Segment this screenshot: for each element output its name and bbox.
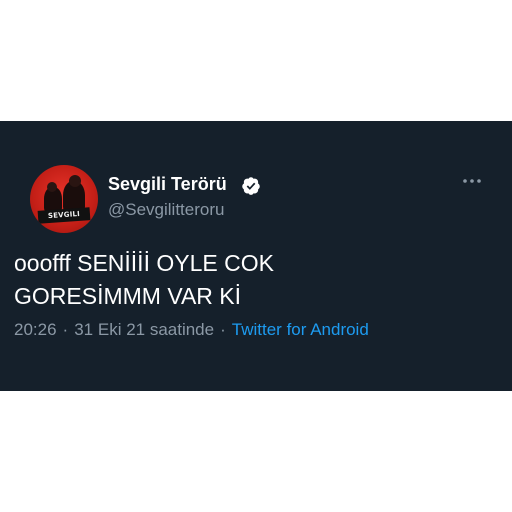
tweet-source-link[interactable]: Twitter for Android [232, 320, 369, 339]
tweet-text: ooofff SENİİİİ OYLE COK GORESİMMM VAR Kİ [14, 247, 494, 313]
avatar-figure-left-head [47, 182, 57, 192]
tweet-meta: 20:26 · 31 Eki 21 saatinde · Twitter for And… [14, 320, 369, 340]
author-handle[interactable]: @Sevgilitteroru [108, 200, 224, 220]
tweet-card: SEVGILI Sevgili Terörü @Sevgilitteroru o… [0, 121, 512, 391]
author-display-name[interactable]: Sevgili Terörü [108, 174, 227, 195]
tweet-time[interactable]: 20:26 [14, 320, 57, 339]
avatar-figure-right-head [69, 175, 81, 187]
tweet-date[interactable]: 31 Eki 21 saatinde [74, 320, 214, 339]
tweet-text-line: GORESİMMM VAR Kİ [14, 283, 242, 309]
avatar-logo-text: SEVGILI [37, 207, 91, 224]
avatar[interactable]: SEVGILI [30, 165, 98, 233]
tweet-text-line: ooofff SENİİİİ OYLE COK [14, 250, 274, 276]
meta-separator: · [62, 320, 69, 339]
more-horizontal-icon[interactable] [458, 173, 486, 189]
meta-separator: · [220, 320, 226, 339]
verified-badge-icon [242, 177, 260, 195]
